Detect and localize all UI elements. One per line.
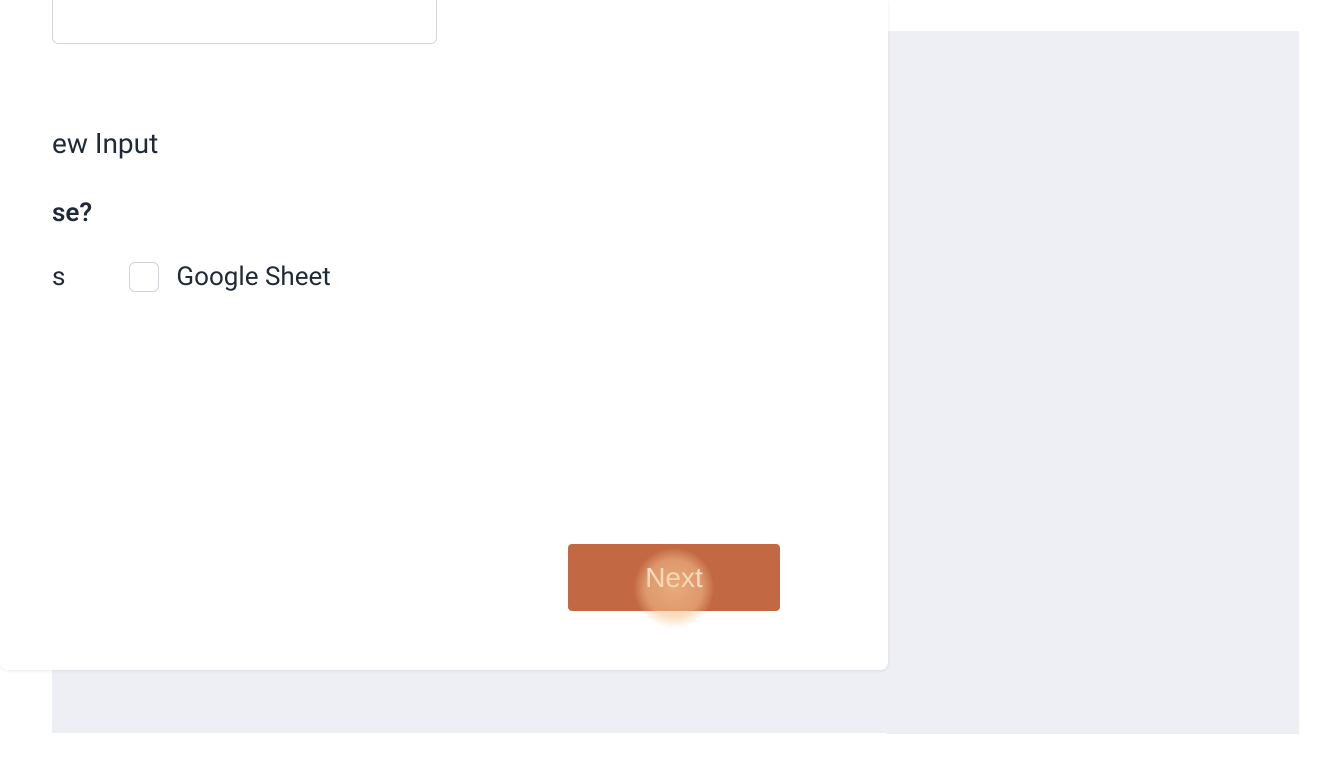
next-button[interactable]: Next: [568, 544, 780, 611]
section-heading: ew Input: [52, 127, 158, 160]
text-input-partial[interactable]: [52, 0, 437, 44]
option-label-fragment: s: [52, 262, 65, 292]
option-google-sheet[interactable]: Google Sheet: [129, 262, 330, 292]
right-background-panel: [886, 31, 1299, 734]
checkbox-google-sheet[interactable]: [129, 262, 159, 292]
bottom-background-strip: [52, 669, 1299, 733]
next-button-label: Next: [645, 562, 703, 594]
question-label: se?: [52, 198, 92, 228]
option-label-google-sheet: Google Sheet: [176, 262, 330, 292]
form-card: ew Input se? s Google Sheet Next: [0, 0, 888, 670]
options-row: s Google Sheet: [52, 262, 331, 292]
